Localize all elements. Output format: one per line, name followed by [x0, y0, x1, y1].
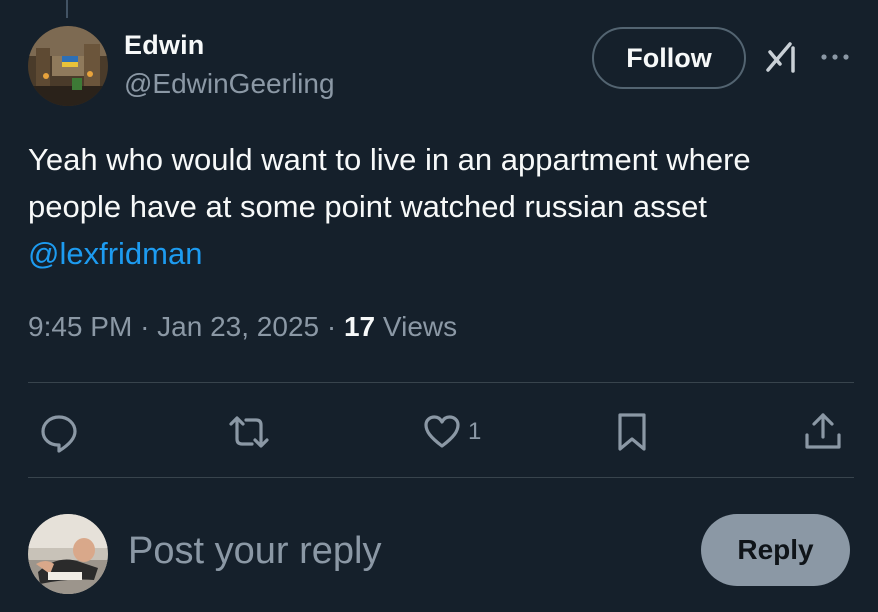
retweet-action[interactable] — [226, 410, 272, 454]
tweet-text-line: Yeah who would want to live in an appart… — [28, 142, 751, 177]
reply-input[interactable] — [128, 521, 668, 581]
bookmark-action[interactable] — [612, 410, 652, 454]
tweet-date[interactable]: Jan 23, 2025 — [157, 311, 319, 342]
retweet-icon — [229, 416, 269, 448]
share-icon — [805, 413, 841, 449]
heart-icon — [424, 415, 460, 448]
author-name[interactable]: Edwin — [124, 30, 205, 61]
divider — [28, 477, 854, 478]
follow-button[interactable]: Follow — [592, 27, 746, 89]
share-action[interactable] — [802, 410, 844, 454]
reply-action[interactable] — [38, 410, 80, 454]
grok-icon[interactable] — [764, 40, 800, 76]
meta-separator: · — [326, 311, 337, 342]
author-avatar-image — [28, 26, 108, 106]
bookmark-icon — [618, 413, 646, 451]
like-count: 1 — [468, 418, 482, 445]
views-label: Views — [382, 311, 458, 342]
mention-link[interactable]: @lexfridman — [28, 230, 202, 277]
meta-separator: · — [140, 311, 150, 342]
views-count: 17 — [343, 311, 376, 342]
author-avatar[interactable] — [28, 26, 108, 106]
tweet-text-line: people have at some point watched russia… — [28, 189, 707, 224]
tweet-text: Yeah who would want to live in an appart… — [28, 136, 858, 277]
current-user-avatar-image — [28, 514, 108, 594]
author-handle[interactable]: @EdwinGeerling — [124, 68, 335, 100]
thread-connector-line — [66, 0, 68, 18]
tweet-meta: 9:45 PM · Jan 23, 2025 · 17 Views — [28, 311, 457, 343]
more-options-icon[interactable] — [818, 42, 852, 72]
reply-icon — [41, 415, 77, 453]
reply-button[interactable]: Reply — [701, 514, 850, 586]
like-action[interactable]: 1 — [422, 410, 481, 454]
current-user-avatar[interactable] — [28, 514, 108, 594]
divider — [28, 382, 854, 383]
tweet-time[interactable]: 9:45 PM — [28, 311, 132, 342]
